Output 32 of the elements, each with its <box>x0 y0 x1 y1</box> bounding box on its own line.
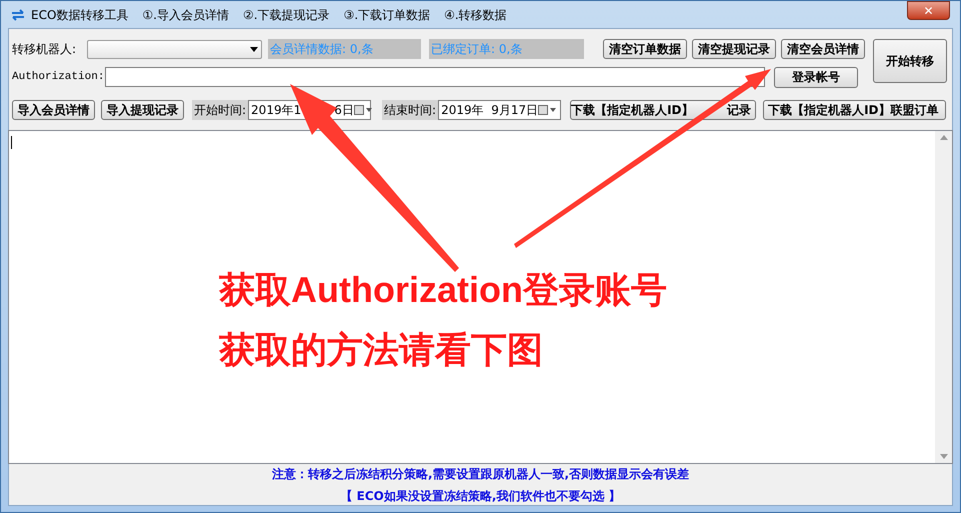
annotation-text: 获取Authorization登录账号 <box>219 269 667 311</box>
notice-text: 【 ECO如果没设置冻结策略,我们软件也不要勾选 】 <box>340 488 621 504</box>
menu-item[interactable]: ③.下载订单数据 <box>344 6 430 24</box>
swap-arrows-icon <box>11 8 25 20</box>
field-label: 开始时间: <box>192 100 248 120</box>
download-button[interactable]: 下载【指定机器人ID】联盟订单 <box>763 100 946 120</box>
stat-label: 已绑定订单: 0,条 <box>429 39 584 59</box>
robot-dropdown[interactable] <box>87 40 262 58</box>
calendar-icon <box>538 105 558 115</box>
import-button[interactable]: 导入会员详情 <box>12 100 95 120</box>
menu-item[interactable]: ②.下载提现记录 <box>242 6 330 24</box>
annotation-text: 获取的方法请看下图 <box>219 329 544 371</box>
import-button[interactable]: 导入提现记录 <box>101 100 184 120</box>
clear-button[interactable]: 清空会员详情 <box>781 39 865 59</box>
stat-label: 会员详情数据: 0,条 <box>268 39 421 59</box>
calendar-icon <box>354 105 374 115</box>
date-picker[interactable]: 2019年 9月17日 <box>438 100 562 120</box>
text-cursor <box>11 136 12 149</box>
download-button[interactable]: 下载【指定机器人ID】 记录 <box>570 100 756 120</box>
field-label: 转移机器人: <box>12 41 78 58</box>
menu-item[interactable]: ④.转移数据 <box>444 6 507 24</box>
field-label: Authorization: <box>12 70 105 85</box>
notice-text: 注意：转移之后冻结积分策略,需要设置跟原机器人一致,否则数据显示会有误差 <box>272 466 690 482</box>
field-label: 结束时间: <box>382 100 438 120</box>
authorization-field[interactable] <box>105 67 765 87</box>
window-title: ECO数据转移工具 <box>31 6 128 24</box>
clear-button[interactable]: 清空提现记录 <box>692 39 776 59</box>
start-button[interactable]: 开始转移 <box>873 39 947 83</box>
menu-item[interactable]: ①.导入会员详情 <box>142 6 229 24</box>
clear-button[interactable]: 清空订单数据 <box>603 39 687 59</box>
caret-icon <box>250 46 258 52</box>
login-button[interactable]: 登录帐号 <box>774 66 858 88</box>
